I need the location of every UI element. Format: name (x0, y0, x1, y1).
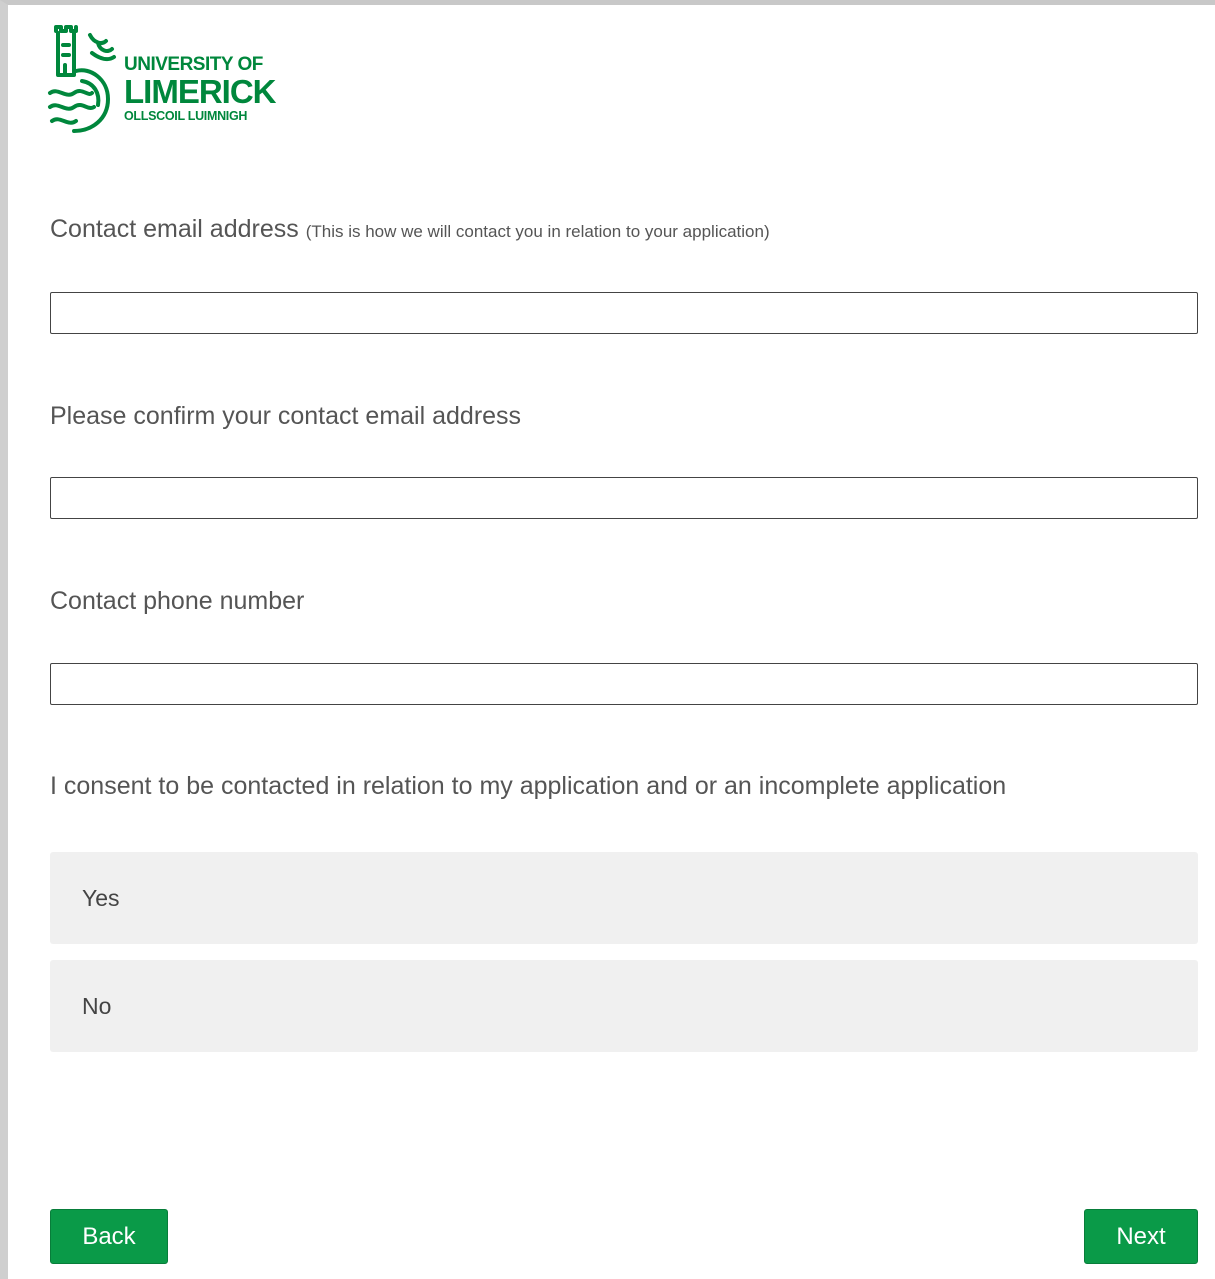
email-hint: (This is how we will contact you in rela… (305, 222, 770, 241)
consent-option-no-label: No (82, 992, 112, 1019)
logo-line-3: OLLSCOIL LUIMNIGH (124, 109, 248, 123)
next-button[interactable]: Next (1084, 1209, 1198, 1264)
email-field[interactable] (50, 292, 1198, 334)
university-name: UNIVERSITY OF LIMERICK OLLSCOIL LUIMNIGH (124, 55, 276, 123)
university-logo: UNIVERSITY OF LIMERICK OLLSCOIL LUIMNIGH (46, 23, 296, 138)
email-label-text: Contact email address (50, 215, 299, 243)
confirm-email-field[interactable] (50, 477, 1198, 519)
logo-line-2: LIMERICK (124, 73, 276, 110)
consent-option-yes-label: Yes (82, 884, 120, 911)
survey-page: UNIVERSITY OF LIMERICK OLLSCOIL LUIMNIGH… (0, 0, 1215, 1279)
consent-question: I consent to be contacted in relation to… (50, 772, 1007, 800)
phone-field[interactable] (50, 663, 1198, 705)
confirm-email-label: Please confirm your contact email addres… (50, 402, 522, 430)
university-crest-icon (48, 25, 116, 133)
logo-line-1: UNIVERSITY OF (124, 54, 263, 75)
back-button[interactable]: Back (50, 1209, 168, 1264)
consent-option-yes[interactable]: Yes (50, 852, 1198, 944)
consent-option-no[interactable]: No (50, 960, 1198, 1052)
phone-label: Contact phone number (50, 587, 305, 615)
email-label: Contact email address (This is how we wi… (50, 215, 770, 244)
